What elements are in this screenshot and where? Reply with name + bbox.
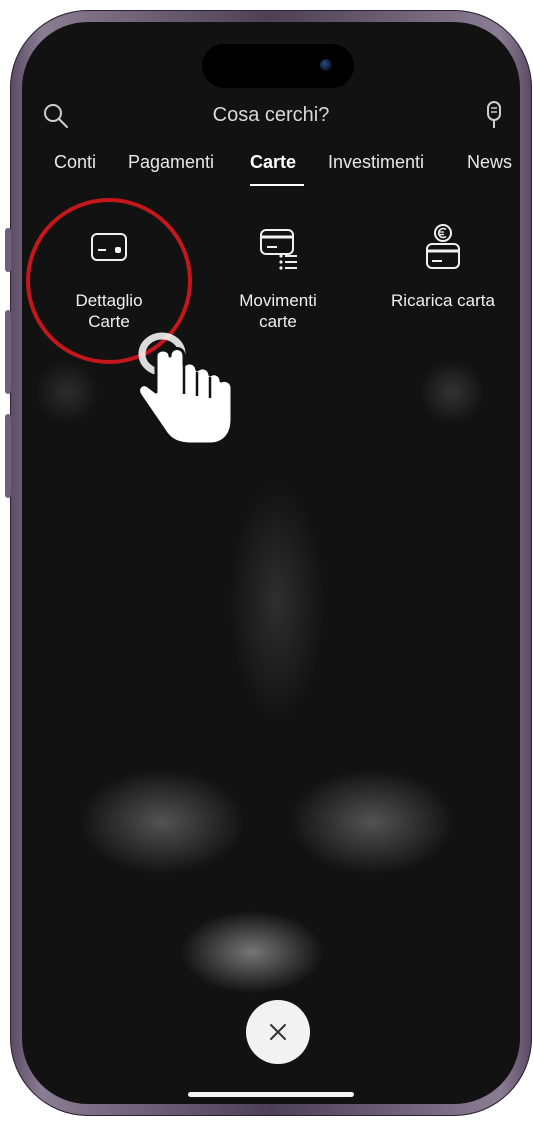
- dynamic-island: [202, 44, 354, 88]
- tab-investimenti[interactable]: Investimenti: [328, 152, 424, 173]
- shortcut-ricarica-carta[interactable]: Ricarica carta: [368, 220, 518, 311]
- tab-carte[interactable]: Carte: [250, 152, 296, 173]
- tab-conti[interactable]: Conti: [54, 152, 96, 173]
- close-button[interactable]: [246, 1000, 310, 1064]
- microphone-icon[interactable]: [484, 100, 504, 130]
- search-input[interactable]: Cosa cerchi?: [22, 104, 520, 127]
- side-button-volume-down: [5, 414, 11, 498]
- side-button-volume-up: [5, 310, 11, 394]
- category-tabs: Conti Pagamenti Carte Investimenti News: [22, 148, 520, 188]
- shortcut-label-line: Movimenti: [239, 291, 317, 310]
- tab-pagamenti[interactable]: Pagamenti: [128, 152, 214, 173]
- shortcut-movimenti-carte[interactable]: Movimenti carte: [203, 220, 353, 332]
- phone-screen: Cosa cerchi? Conti Pagamenti Carte Inves…: [22, 22, 520, 1104]
- shortcut-label: Movimenti carte: [203, 290, 353, 332]
- home-indicator[interactable]: [188, 1092, 354, 1097]
- active-tab-underline: [250, 184, 304, 186]
- card-list-icon: [260, 229, 297, 270]
- close-icon: [270, 1024, 286, 1040]
- shortcut-label: Ricarica carta: [368, 290, 518, 311]
- side-button-mute: [5, 228, 11, 272]
- card-euro-icon: [426, 224, 460, 269]
- tab-news[interactable]: News: [467, 152, 512, 173]
- shortcut-label-line: Ricarica carta: [391, 291, 495, 310]
- hand-pointer-icon: [137, 332, 234, 446]
- shortcut-label-line: carte: [259, 312, 297, 331]
- search-bar[interactable]: Cosa cerchi?: [22, 94, 520, 138]
- camera-icon: [320, 59, 332, 71]
